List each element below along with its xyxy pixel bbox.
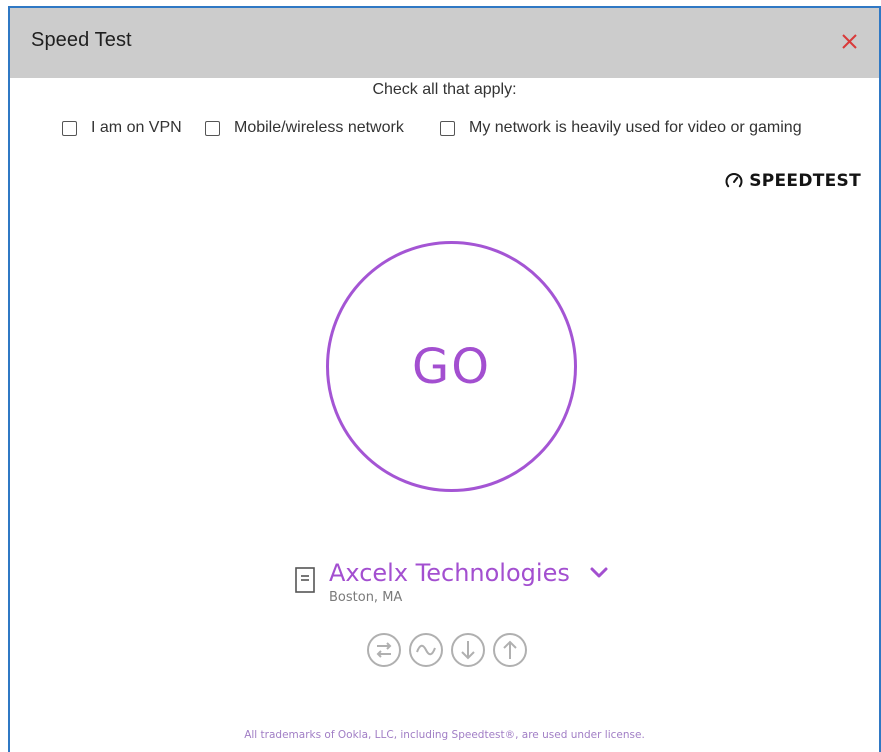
close-icon	[842, 34, 857, 49]
option-label: My network is heavily used for video or …	[469, 119, 802, 136]
option-label: Mobile/wireless network	[234, 119, 404, 136]
dialog-title: Speed Test	[31, 29, 132, 51]
instructions-text: Check all that apply:	[372, 81, 517, 98]
speed-test-dialog: Speed Test Check all that apply: I am on…	[8, 6, 881, 752]
speedtest-logo: SPEEDTEST	[725, 171, 861, 191]
close-button[interactable]	[840, 32, 860, 52]
test-type-icons	[366, 632, 528, 668]
brand-text: SPEEDTEST	[749, 171, 861, 191]
download-icon[interactable]	[450, 632, 486, 668]
server-name[interactable]: Axcelx Technologies	[329, 559, 570, 587]
trademark-footer: All trademarks of Ookla, LLC, including …	[244, 729, 645, 741]
ping-icon[interactable]	[366, 632, 402, 668]
speedometer-icon	[725, 173, 743, 188]
option-label: I am on VPN	[91, 119, 182, 136]
vpn-checkbox[interactable]	[62, 120, 77, 136]
heavy-usage-checkbox[interactable]	[440, 120, 455, 136]
go-button[interactable]: GO	[326, 241, 577, 492]
mobile-wireless-checkbox[interactable]	[205, 120, 220, 136]
title-bar: Speed Test	[10, 8, 879, 78]
option-mobile-wireless[interactable]: Mobile/wireless network	[205, 117, 404, 139]
option-vpn[interactable]: I am on VPN	[62, 117, 182, 139]
jitter-icon[interactable]	[408, 632, 444, 668]
chevron-down-icon[interactable]	[589, 566, 609, 580]
server-document-icon	[295, 567, 315, 593]
upload-icon[interactable]	[492, 632, 528, 668]
option-heavy-usage[interactable]: My network is heavily used for video or …	[440, 117, 802, 139]
server-location: Boston, MA	[329, 590, 403, 605]
go-label: GO	[412, 338, 491, 395]
